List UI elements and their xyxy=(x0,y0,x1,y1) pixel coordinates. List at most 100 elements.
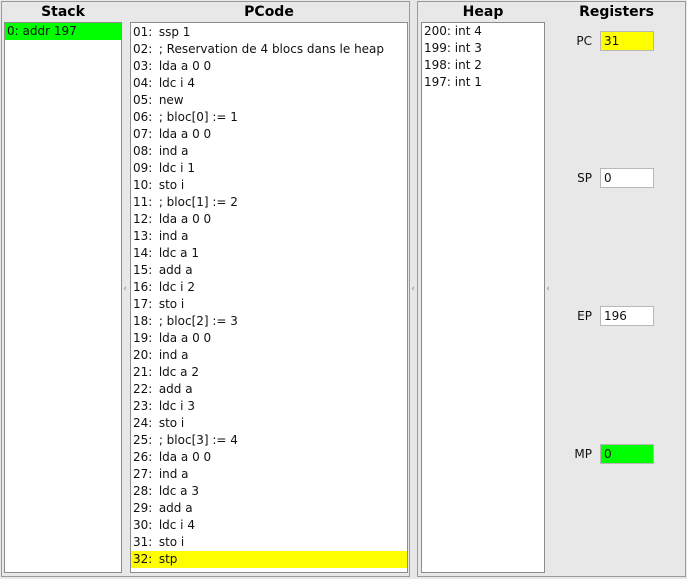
register-field-sp[interactable]: 0 xyxy=(600,168,654,188)
pcode-line-number: 20: xyxy=(133,348,153,362)
pcode-instruction: sto i xyxy=(155,297,185,311)
pcode-line[interactable]: 05: new xyxy=(131,92,407,109)
pcode-instruction: ldc a 2 xyxy=(155,365,199,379)
pcode-line[interactable]: 23: ldc i 3 xyxy=(131,398,407,415)
pcode-line[interactable]: 10: sto i xyxy=(131,177,407,194)
pcode-line[interactable]: 18: ; bloc[2] := 3 xyxy=(131,313,407,330)
pcode-instruction: ; bloc[0] := 1 xyxy=(155,110,238,124)
pcode-line-number: 05: xyxy=(133,93,153,107)
pcode-instruction: lda a 0 0 xyxy=(155,212,212,226)
pcode-line[interactable]: 19: lda a 0 0 xyxy=(131,330,407,347)
pcode-line[interactable]: 28: ldc a 3 xyxy=(131,483,407,500)
register-label-pc: PC xyxy=(576,34,592,48)
pcode-line-number: 04: xyxy=(133,76,153,90)
pcode-line-number: 07: xyxy=(133,127,153,141)
pcode-line[interactable]: 06: ; bloc[0] := 1 xyxy=(131,109,407,126)
pcode-instruction: ldc i 1 xyxy=(155,161,195,175)
register-label-mp: MP xyxy=(574,447,592,461)
pcode-instruction: add a xyxy=(155,263,193,277)
pcode-line[interactable]: 21: ldc a 2 xyxy=(131,364,407,381)
split-grip-icon[interactable]: ‹ xyxy=(410,284,416,294)
register-label-ep: EP xyxy=(577,309,592,323)
pcode-line[interactable]: 07: lda a 0 0 xyxy=(131,126,407,143)
heap-entry[interactable]: 198: int 2 xyxy=(422,57,544,74)
pcode-line-number: 29: xyxy=(133,501,153,515)
pcode-instruction: ind a xyxy=(155,348,189,362)
heap-entry[interactable]: 199: int 3 xyxy=(422,40,544,57)
pcode-instruction: ind a xyxy=(155,144,189,158)
register-field-mp[interactable]: 0 xyxy=(600,444,654,464)
stack-entry[interactable]: 0: addr 197 xyxy=(5,23,121,40)
heap-entry[interactable]: 197: int 1 xyxy=(422,74,544,91)
pcode-header: PCode xyxy=(244,4,294,20)
pcode-instruction: sto i xyxy=(155,535,185,549)
pcode-line-number: 28: xyxy=(133,484,153,498)
pcode-line[interactable]: 31: sto i xyxy=(131,534,407,551)
pcode-instruction: ldc i 4 xyxy=(155,518,195,532)
pcode-line-number: 15: xyxy=(133,263,153,277)
pcode-line[interactable]: 12: lda a 0 0 xyxy=(131,211,407,228)
pcode-instruction: lda a 0 0 xyxy=(155,450,212,464)
pcode-line[interactable]: 01: ssp 1 xyxy=(131,24,407,41)
pcode-line[interactable]: 26: lda a 0 0 xyxy=(131,449,407,466)
pcode-line[interactable]: 17: sto i xyxy=(131,296,407,313)
split-grip-icon[interactable]: ‹ xyxy=(122,284,128,294)
pcode-line-number: 30: xyxy=(133,518,153,532)
pcode-line-number: 19: xyxy=(133,331,153,345)
pcode-line-number: 11: xyxy=(133,195,153,209)
pcode-instruction: lda a 0 0 xyxy=(155,59,212,73)
pcode-line-number: 16: xyxy=(133,280,153,294)
heap-list[interactable]: 200: int 4 199: int 3 198: int 2 197: int 1 xyxy=(421,22,545,573)
heap-entry[interactable]: 200: int 4 xyxy=(422,23,544,40)
register-field-ep[interactable]: 196 xyxy=(600,306,654,326)
pcode-instruction: lda a 0 0 xyxy=(155,331,212,345)
pcode-line[interactable]: 04: ldc i 4 xyxy=(131,75,407,92)
pcode-line-number: 01: xyxy=(133,25,153,39)
pcode-line[interactable]: 13: ind a xyxy=(131,228,407,245)
pcode-line[interactable]: 15: add a xyxy=(131,262,407,279)
pcode-line-number: 13: xyxy=(133,229,153,243)
pcode-line[interactable]: 29: add a xyxy=(131,500,407,517)
pcode-instruction: sto i xyxy=(155,178,185,192)
pcode-instruction: ; bloc[1] := 2 xyxy=(155,195,238,209)
pcode-line-number: 26: xyxy=(133,450,153,464)
pcode-line[interactable]: 27: ind a xyxy=(131,466,407,483)
pcode-line[interactable]: 25: ; bloc[3] := 4 xyxy=(131,432,407,449)
pcode-line-number: 23: xyxy=(133,399,153,413)
pcode-list[interactable]: 01: ssp 1 02: ; Reservation de 4 blocs da… xyxy=(130,22,408,573)
pcode-line[interactable]: 02: ; Reservation de 4 blocs dans le hea… xyxy=(131,41,407,58)
pcode-line-number: 18: xyxy=(133,314,153,328)
pcode-line[interactable]: 08: ind a xyxy=(131,143,407,160)
pcode-line[interactable]: 30: ldc i 4 xyxy=(131,517,407,534)
pcode-line[interactable]: 11: ; bloc[1] := 2 xyxy=(131,194,407,211)
pcode-line-number: 09: xyxy=(133,161,153,175)
stack-header: Stack xyxy=(41,4,85,20)
pcode-line-number: 10: xyxy=(133,178,153,192)
pcode-line-number: 31: xyxy=(133,535,153,549)
pcode-instruction: ind a xyxy=(155,467,189,481)
pcode-instruction: ldc i 3 xyxy=(155,399,195,413)
pcode-line[interactable]: 24: sto i xyxy=(131,415,407,432)
pcode-line[interactable]: 14: ldc a 1 xyxy=(131,245,407,262)
pcode-instruction: add a xyxy=(155,382,193,396)
pcode-line-number: 32: xyxy=(133,552,153,566)
pcode-instruction: ind a xyxy=(155,229,189,243)
stack-list[interactable]: 0: addr 197 xyxy=(4,22,122,573)
pcode-line[interactable]: 16: ldc i 2 xyxy=(131,279,407,296)
pcode-line[interactable]: 32: stp xyxy=(131,551,407,568)
pcode-instruction: ldc a 1 xyxy=(155,246,199,260)
pcode-instruction: ; Reservation de 4 blocs dans le heap xyxy=(155,42,385,56)
pcode-line-number: 14: xyxy=(133,246,153,260)
pcode-line[interactable]: 20: ind a xyxy=(131,347,407,364)
pcode-line[interactable]: 09: ldc i 1 xyxy=(131,160,407,177)
heap-header: Heap xyxy=(462,4,504,20)
pcode-line-number: 27: xyxy=(133,467,153,481)
register-field-pc[interactable]: 31 xyxy=(600,31,654,51)
pcode-line[interactable]: 22: add a xyxy=(131,381,407,398)
split-grip-icon[interactable]: ‹ xyxy=(545,284,551,294)
pcode-instruction: ; bloc[2] := 3 xyxy=(155,314,238,328)
pcode-instruction: lda a 0 0 xyxy=(155,127,212,141)
pcode-line[interactable]: 03: lda a 0 0 xyxy=(131,58,407,75)
pcode-line-number: 24: xyxy=(133,416,153,430)
pcode-instruction: stp xyxy=(155,552,178,566)
